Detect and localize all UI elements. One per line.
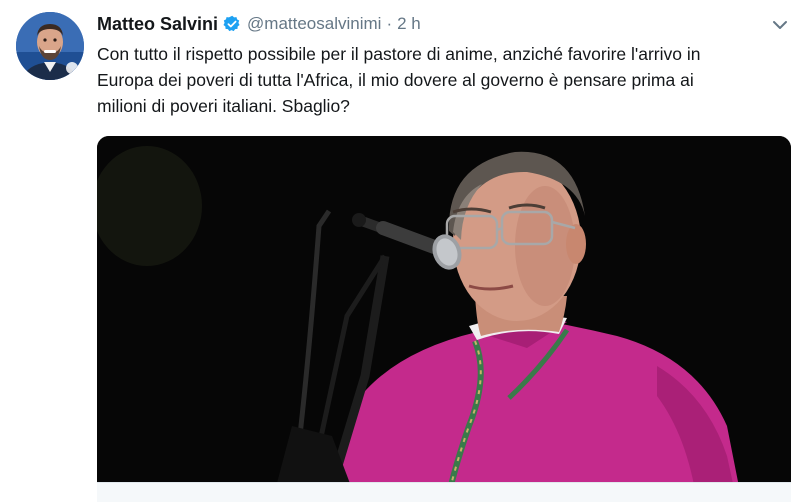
tweet-text: Con tutto il rispetto possibile per il p… <box>97 41 787 119</box>
tweet-card[interactable]: Matteo Salvini @matteosalvinimi · 2 h Co… <box>0 0 800 502</box>
tweet-text-line: milioni di poveri italiani. Sbaglio? <box>97 96 350 116</box>
separator-dot: · <box>386 14 393 33</box>
avatar-image <box>16 12 84 80</box>
tweet-text-line: Europa dei poveri di tutta l'Africa, il … <box>97 70 694 90</box>
avatar[interactable] <box>16 12 84 80</box>
tweet-header: Matteo Salvini @matteosalvinimi · 2 h <box>97 12 421 36</box>
media-caption-bar <box>97 482 791 502</box>
author-handle[interactable]: @matteosalvinimi <box>247 14 381 34</box>
bishop-photo <box>97 136 791 502</box>
tweet-text-line: Con tutto il rispetto possibile per il p… <box>97 44 701 64</box>
timestamp[interactable]: 2 h <box>397 14 421 34</box>
verified-badge-icon <box>223 15 241 33</box>
author-name[interactable]: Matteo Salvini <box>97 14 218 35</box>
chevron-down-icon[interactable] <box>772 17 788 33</box>
tweet-media-photo[interactable] <box>97 136 791 502</box>
